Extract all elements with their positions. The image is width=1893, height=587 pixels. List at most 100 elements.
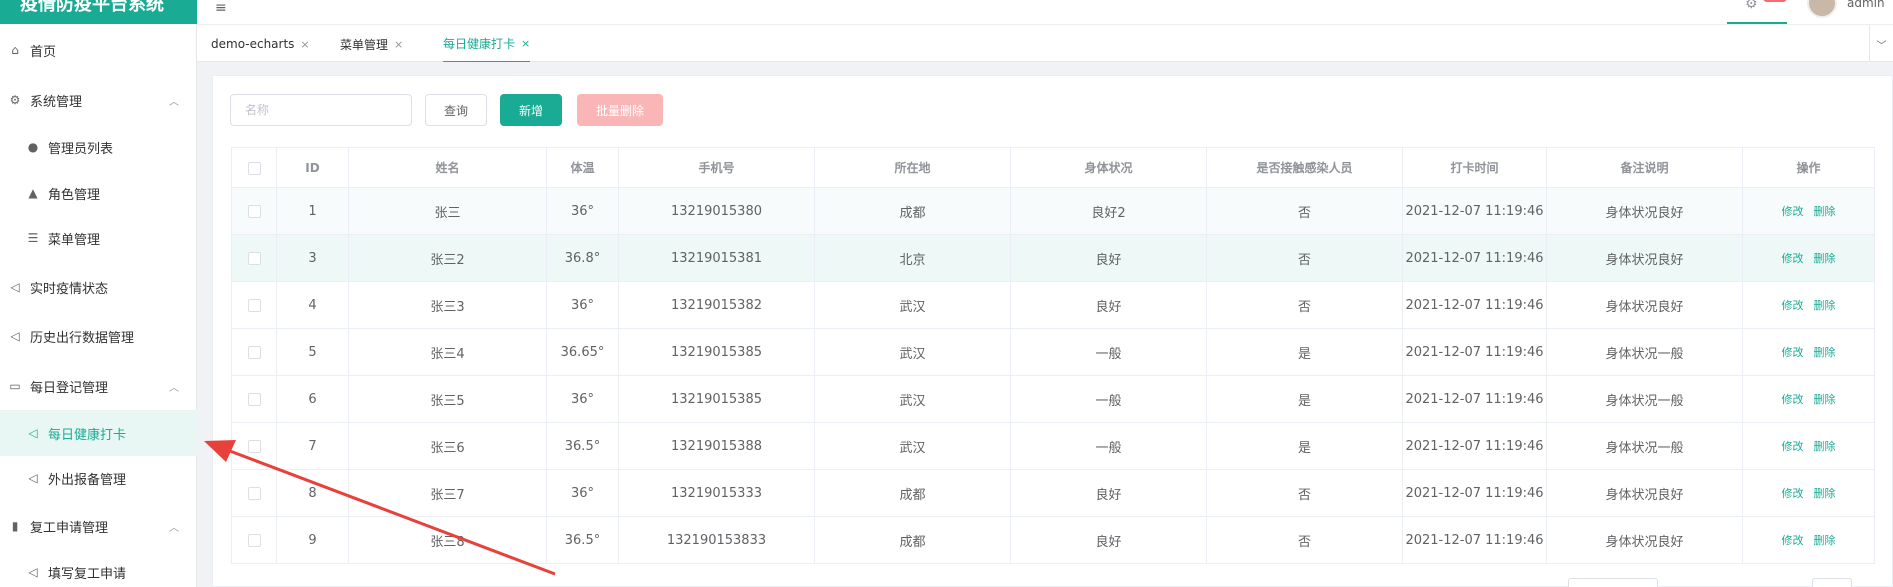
close-icon[interactable]: × — [394, 38, 403, 51]
edit-link[interactable]: 修改 — [1782, 252, 1804, 265]
table-row[interactable]: 3 张三2 36.8° 13219015381 北京 良好否 2021-12-07 11:1… — [231, 234, 1875, 282]
row-select-cell[interactable] — [231, 375, 277, 423]
sidebar-item-outing[interactable]: ◁ 外出报备管理 — [0, 455, 197, 501]
add-button[interactable]: 新增 — [500, 94, 562, 126]
delete-link[interactable]: 删除 — [1814, 205, 1836, 218]
table-row[interactable]: 1 张三 36° 13219015380 成都 良好2 否 2021-12-07 11:19:… — [231, 187, 1875, 235]
edit-link[interactable]: 修改 — [1782, 534, 1804, 547]
table-cell: 北京 — [814, 234, 1011, 282]
edit-link[interactable]: 修改 — [1782, 346, 1804, 359]
table-cell: 13219015385 — [618, 328, 815, 376]
row-select-cell[interactable] — [231, 281, 277, 329]
sidebar-item-return-work[interactable]: ▮ 复工申请管理 ︿ — [0, 503, 197, 549]
tab-health-checkin[interactable]: 每日健康打卡 × — [443, 25, 531, 63]
table-cell: 张三 — [348, 187, 547, 235]
table-cell: 否 — [1206, 469, 1403, 517]
delete-link[interactable]: 删除 — [1814, 487, 1836, 500]
row-select-cell[interactable] — [231, 187, 277, 235]
sidebar-item-daily[interactable]: ▭ 每日登记管理 ︿ — [0, 363, 197, 409]
query-button[interactable]: 查询 — [425, 94, 487, 126]
tab-demo-echarts[interactable]: demo-echarts × — [211, 25, 310, 63]
row-actions: 修改 删除 — [1742, 375, 1875, 423]
sidebar-item-label: 外出报备管理 — [48, 472, 127, 488]
table-cell: 6 — [276, 375, 349, 423]
delete-link[interactable]: 删除 — [1814, 299, 1836, 312]
edit-link[interactable]: 修改 — [1782, 205, 1804, 218]
table-cell: 13219015382 — [618, 281, 815, 329]
table-cell: 张三4 — [348, 328, 547, 376]
table-cell: 否 — [1206, 187, 1403, 235]
table-cell: 张三3 — [348, 281, 547, 329]
hamburger-icon[interactable]: ≡ — [215, 0, 227, 16]
page-jump-input[interactable] — [1812, 578, 1852, 587]
sidebar-item-label: 每日健康打卡 — [48, 427, 127, 443]
table-row[interactable]: 9 张三8 36.5° 132190153833 成都 良好否 2021-12-07 11:… — [231, 516, 1875, 564]
chevron-down-icon[interactable]: ﹀ — [1869, 25, 1893, 63]
row-actions: 修改 删除 — [1742, 281, 1875, 329]
delete-link[interactable]: 删除 — [1814, 252, 1836, 265]
table-row[interactable]: 5 张三4 36.65° 13219015385 武汉 一般是 2021-12-07 11:… — [231, 328, 1875, 376]
table-row[interactable]: 6 张三5 36° 13219015385 武汉 一般是 2021-12-07 11:19:… — [231, 375, 1875, 423]
row-checkbox[interactable] — [247, 392, 261, 406]
select-all-checkbox[interactable] — [247, 161, 261, 175]
table-cell: 武汉 — [814, 375, 1011, 423]
row-checkbox[interactable] — [247, 204, 261, 218]
sidebar-item-apply[interactable]: ◁ 填写复工申请 — [0, 549, 197, 587]
table-cell: 13219015381 — [618, 234, 815, 282]
close-icon[interactable]: × — [521, 37, 530, 50]
sidebar-item-health-checkin[interactable]: ◁ 每日健康打卡 — [0, 410, 197, 456]
sidebar-item-roles[interactable]: ▲ 角色管理 — [0, 170, 197, 216]
edit-link[interactable]: 修改 — [1782, 487, 1804, 500]
chart-icon: ▮ — [11, 519, 19, 533]
edit-link[interactable]: 修改 — [1782, 299, 1804, 312]
row-checkbox[interactable] — [247, 439, 261, 453]
row-checkbox[interactable] — [247, 298, 261, 312]
delete-link[interactable]: 删除 — [1814, 393, 1836, 406]
edit-link[interactable]: 修改 — [1782, 440, 1804, 453]
avatar[interactable] — [1807, 0, 1837, 18]
table-cell: 2021-12-07 11:19:46 — [1402, 375, 1547, 423]
close-icon[interactable]: × — [300, 38, 309, 51]
table-cell: 武汉 — [814, 281, 1011, 329]
sidebar-item-home[interactable]: ⌂ 首页 — [0, 27, 197, 73]
table-row[interactable]: 4 张三3 36° 13219015382 武汉 良好否 2021-12-07 11:19:… — [231, 281, 1875, 329]
chevron-up-icon: ︿ — [169, 382, 179, 394]
tab-menu-manage[interactable]: 菜单管理 × — [340, 25, 403, 63]
message-icon: ▭ — [9, 379, 21, 393]
delete-link[interactable]: 删除 — [1814, 534, 1836, 547]
sidebar-item-realtime[interactable]: ◁ 实时疫情状态 — [0, 264, 197, 310]
row-actions: 修改 删除 — [1742, 328, 1875, 376]
row-select-cell[interactable] — [231, 516, 277, 564]
page-size-select[interactable] — [1568, 578, 1658, 587]
row-select-cell[interactable] — [231, 422, 277, 470]
row-select-cell[interactable] — [231, 234, 277, 282]
row-checkbox[interactable] — [247, 251, 261, 265]
select-all-cell[interactable] — [231, 147, 277, 188]
row-select-cell[interactable] — [231, 328, 277, 376]
table-row[interactable]: 8 张三7 36° 13219015333 成都 良好否 2021-12-07 11:19:… — [231, 469, 1875, 517]
table-cell: 张三8 — [348, 516, 547, 564]
row-checkbox[interactable] — [247, 533, 261, 547]
sidebar-item-menus[interactable]: ☰ 菜单管理 — [0, 215, 197, 261]
sidebar-item-system[interactable]: ⚙ 系统管理 ︿ — [0, 77, 197, 123]
gear-icon[interactable]: ⚙ — [1745, 0, 1758, 12]
sidebar-item-label: 菜单管理 — [48, 232, 101, 248]
table-cell: 2021-12-07 11:19:46 — [1402, 328, 1547, 376]
column-header: 体温 — [546, 147, 619, 188]
edit-link[interactable]: 修改 — [1782, 393, 1804, 406]
sidebar-item-admin-list[interactable]: ● 管理员列表 — [0, 124, 197, 170]
username[interactable]: admin — [1847, 0, 1885, 10]
sidebar-item-label: 历史出行数据管理 — [30, 330, 135, 346]
column-header: 打卡时间 — [1402, 147, 1547, 188]
search-input[interactable] — [230, 94, 412, 126]
batch-delete-button[interactable]: 批量删除 — [577, 94, 663, 126]
row-select-cell[interactable] — [231, 469, 277, 517]
delete-link[interactable]: 删除 — [1814, 346, 1836, 359]
delete-link[interactable]: 删除 — [1814, 440, 1836, 453]
column-header: 所在地 — [814, 147, 1011, 188]
row-actions: 修改 删除 — [1742, 516, 1875, 564]
row-checkbox[interactable] — [247, 486, 261, 500]
sidebar-item-history[interactable]: ◁ 历史出行数据管理 — [0, 313, 197, 359]
row-checkbox[interactable] — [247, 345, 261, 359]
table-row[interactable]: 7 张三6 36.5° 13219015388 武汉 一般是 2021-12-07 11:1… — [231, 422, 1875, 470]
